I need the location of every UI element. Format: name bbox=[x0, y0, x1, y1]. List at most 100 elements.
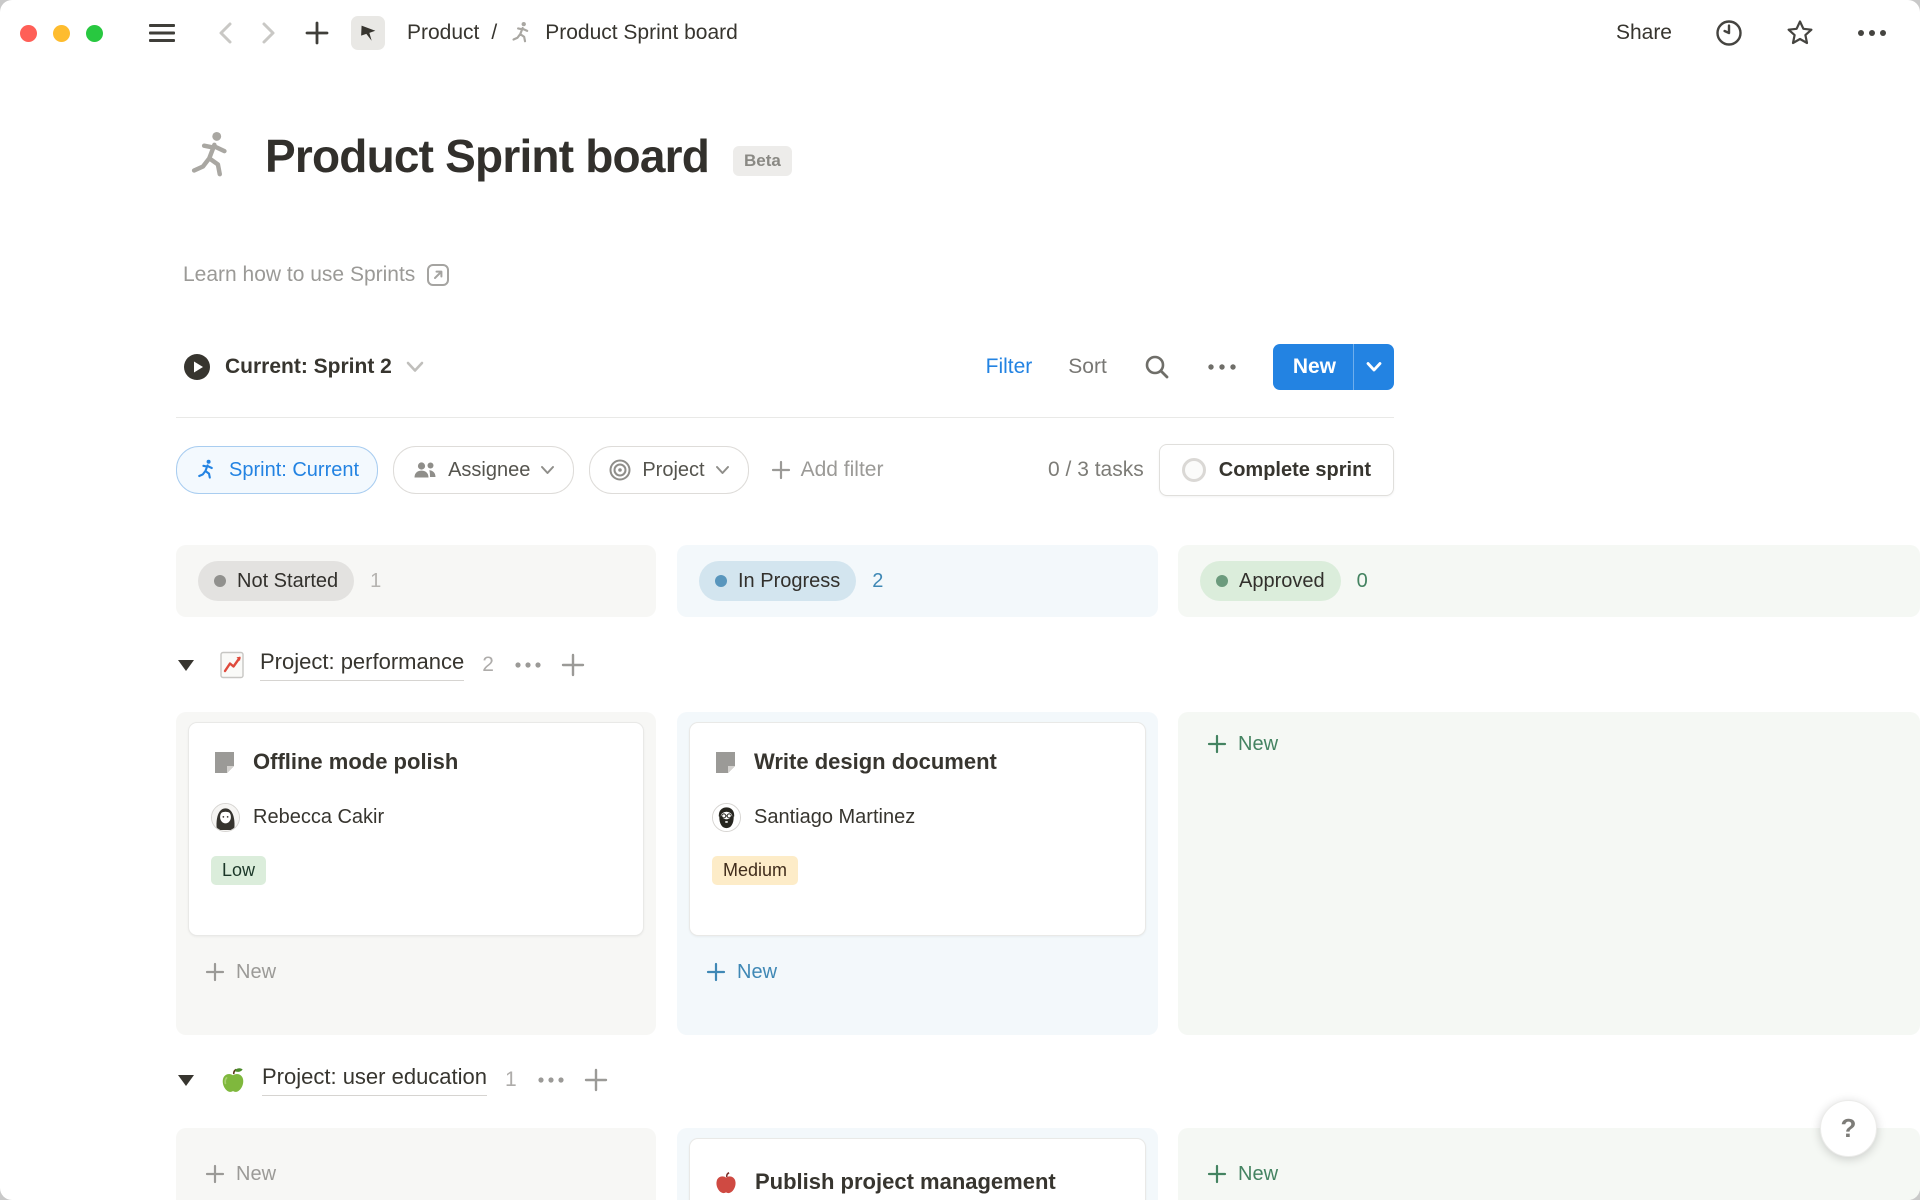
view-switcher[interactable]: Current: Sprint 2 bbox=[176, 351, 431, 383]
complete-sprint-button[interactable]: Complete sprint bbox=[1159, 444, 1394, 496]
chevron-down-icon bbox=[540, 465, 555, 475]
play-icon bbox=[182, 352, 212, 382]
updates-button[interactable] bbox=[1710, 14, 1748, 52]
group-options-button[interactable] bbox=[514, 661, 542, 669]
new-task-button[interactable]: New bbox=[1273, 344, 1394, 390]
view-actions: Filter Sort New bbox=[982, 344, 1394, 390]
status-pill-in-progress[interactable]: In Progress bbox=[699, 561, 856, 601]
top-bar: Product / Product Sprint board Share bbox=[0, 0, 1920, 66]
external-link-icon bbox=[425, 262, 451, 288]
group-count: 2 bbox=[482, 653, 494, 677]
column-in-progress: In Progress 2 Write design document Sant… bbox=[677, 545, 1158, 1200]
add-card-button[interactable]: New bbox=[188, 1152, 644, 1196]
filter-bar: Sprint: Current Assignee Project Add fil… bbox=[176, 442, 1394, 498]
task-card[interactable]: Offline mode polish Rebecca Cakir Low bbox=[188, 722, 644, 936]
page-icon-runner[interactable] bbox=[185, 128, 241, 184]
group-title[interactable]: Project: performance bbox=[260, 649, 464, 681]
status-pill-not-started[interactable]: Not Started bbox=[198, 561, 354, 601]
board-cell: New bbox=[1178, 712, 1920, 1035]
add-card-button[interactable]: New bbox=[1190, 1152, 1908, 1196]
add-card-label: New bbox=[1238, 1163, 1278, 1186]
workspace-icon[interactable] bbox=[351, 16, 385, 50]
board-cell: Offline mode polish Rebecca Cakir Low Ne… bbox=[176, 712, 656, 1035]
filter-pill-assignee[interactable]: Assignee bbox=[393, 446, 574, 494]
filter-pill-project-label: Project bbox=[642, 459, 704, 482]
group-header-user-education: Project: user education 1 bbox=[178, 1058, 609, 1102]
task-title: Write design document bbox=[754, 747, 997, 777]
ellipsis-icon bbox=[514, 661, 542, 669]
group-add-button[interactable] bbox=[560, 652, 586, 678]
forward-button[interactable] bbox=[251, 14, 285, 52]
plus-icon bbox=[583, 1067, 609, 1093]
red-apple-icon bbox=[712, 1168, 740, 1196]
breadcrumb-separator: / bbox=[491, 21, 497, 45]
sidebar-toggle-button[interactable] bbox=[143, 17, 181, 49]
collapse-triangle-icon[interactable] bbox=[178, 660, 194, 671]
ellipsis-icon bbox=[1207, 363, 1237, 371]
close-window-button[interactable] bbox=[20, 25, 37, 42]
new-task-dropdown[interactable] bbox=[1354, 344, 1394, 390]
chart-increasing-icon[interactable] bbox=[218, 650, 246, 680]
search-button[interactable] bbox=[1139, 349, 1175, 385]
ellipsis-icon bbox=[1856, 28, 1888, 38]
task-card[interactable]: Write design document Santiago Martinez … bbox=[689, 722, 1146, 936]
more-button[interactable] bbox=[1852, 24, 1892, 42]
status-label: Approved bbox=[1239, 570, 1325, 593]
task-card[interactable]: Publish project management bbox=[689, 1138, 1146, 1200]
assignee-name: Santiago Martinez bbox=[754, 806, 915, 829]
share-button[interactable]: Share bbox=[1610, 20, 1678, 46]
group-options-button[interactable] bbox=[537, 1076, 565, 1084]
add-card-label: New bbox=[236, 961, 276, 984]
add-filter-label: Add filter bbox=[801, 458, 884, 482]
group-header-performance: Project: performance 2 bbox=[178, 643, 586, 687]
view-options-button[interactable] bbox=[1203, 359, 1241, 375]
page-icon bbox=[712, 749, 739, 776]
status-label: Not Started bbox=[237, 570, 338, 593]
plus-icon bbox=[560, 652, 586, 678]
back-button[interactable] bbox=[209, 14, 243, 52]
favorite-button[interactable] bbox=[1780, 13, 1820, 53]
plus-icon bbox=[1206, 733, 1228, 755]
view-label: Current: Sprint 2 bbox=[225, 355, 392, 379]
filter-pill-sprint[interactable]: Sprint: Current bbox=[176, 446, 378, 494]
window-controls bbox=[20, 25, 103, 42]
plus-icon bbox=[303, 19, 331, 47]
add-card-button[interactable]: New bbox=[1190, 722, 1908, 766]
runner-icon bbox=[195, 458, 219, 482]
page-header: Product Sprint board Beta bbox=[185, 128, 792, 184]
add-card-label: New bbox=[737, 961, 777, 984]
column-approved: Approved 0 New New bbox=[1178, 545, 1920, 1200]
column-header[interactable]: Approved 0 bbox=[1178, 545, 1920, 617]
green-apple-icon[interactable] bbox=[218, 1065, 248, 1095]
kanban-board: Not Started 1 Offline mode polish Rebecc… bbox=[176, 545, 1920, 1200]
column-count: 0 bbox=[1357, 570, 1368, 593]
help-button[interactable]: ? bbox=[1820, 1100, 1877, 1157]
breadcrumb-workspace[interactable]: Product bbox=[407, 21, 479, 45]
status-pill-approved[interactable]: Approved bbox=[1200, 561, 1341, 601]
minimize-window-button[interactable] bbox=[53, 25, 70, 42]
search-icon bbox=[1143, 353, 1171, 381]
sort-button[interactable]: Sort bbox=[1064, 353, 1111, 381]
collapse-triangle-icon[interactable] bbox=[178, 1075, 194, 1086]
learn-link[interactable]: Learn how to use Sprints bbox=[183, 262, 451, 288]
runner-icon bbox=[185, 128, 241, 184]
filter-pill-project[interactable]: Project bbox=[589, 446, 748, 494]
add-filter-button[interactable]: Add filter bbox=[764, 457, 890, 483]
task-title: Publish project management bbox=[755, 1167, 1056, 1197]
runner-icon bbox=[509, 20, 535, 46]
new-page-button[interactable] bbox=[299, 15, 335, 51]
column-header[interactable]: In Progress 2 bbox=[677, 545, 1158, 617]
breadcrumb-page[interactable]: Product Sprint board bbox=[509, 20, 738, 46]
add-card-button[interactable]: New bbox=[188, 950, 644, 994]
add-card-button[interactable]: New bbox=[689, 950, 1146, 994]
chevron-down-icon bbox=[1365, 361, 1383, 373]
filter-button[interactable]: Filter bbox=[982, 353, 1037, 381]
fullscreen-window-button[interactable] bbox=[86, 25, 103, 42]
group-add-button[interactable] bbox=[583, 1067, 609, 1093]
page-title[interactable]: Product Sprint board bbox=[265, 129, 709, 183]
group-title[interactable]: Project: user education bbox=[262, 1064, 487, 1096]
app-window: Product / Product Sprint board Share Pro… bbox=[0, 0, 1920, 1200]
column-header[interactable]: Not Started 1 bbox=[176, 545, 656, 617]
column-count: 2 bbox=[872, 570, 883, 593]
clock-icon bbox=[1714, 18, 1744, 48]
